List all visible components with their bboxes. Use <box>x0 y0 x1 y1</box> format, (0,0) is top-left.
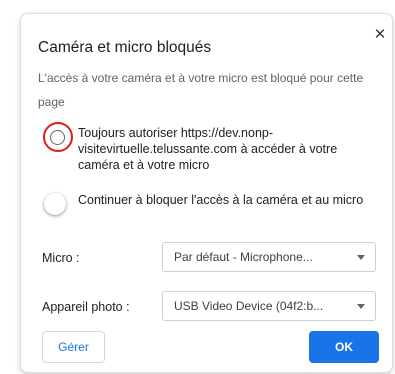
camera-label: Appareil photo : <box>42 300 130 314</box>
micro-label: Micro : <box>42 251 80 265</box>
manage-button[interactable]: Gérer <box>42 331 105 363</box>
permission-dialog: ✕ Caméra et micro bloqués L'accès à votr… <box>20 13 393 373</box>
micro-select-value: Par défaut - Microphone... <box>174 250 313 264</box>
chevron-down-icon <box>357 304 365 309</box>
option-keep-blocking-label: Continuer à bloquer l'accès à la caméra … <box>78 193 364 207</box>
chevron-down-icon <box>357 255 365 260</box>
page-background: ✕ Caméra et micro bloqués L'accès à votr… <box>0 0 395 374</box>
micro-select[interactable]: Par défaut - Microphone... <box>162 242 376 272</box>
dialog-description: L'accès à votre caméra et à votre micro … <box>38 71 364 109</box>
radio-button-selected[interactable] <box>44 193 66 215</box>
camera-select[interactable]: USB Video Device (04f2:b... <box>162 291 376 321</box>
option-always-allow-label: Toujours autoriser https://dev.nonp-visi… <box>78 126 338 172</box>
ok-button[interactable]: OK <box>309 331 379 363</box>
close-icon[interactable]: ✕ <box>370 25 390 45</box>
camera-select-value: USB Video Device (04f2:b... <box>174 299 324 313</box>
dialog-title: Caméra et micro bloqués <box>38 39 212 56</box>
radio-button[interactable] <box>50 130 65 145</box>
